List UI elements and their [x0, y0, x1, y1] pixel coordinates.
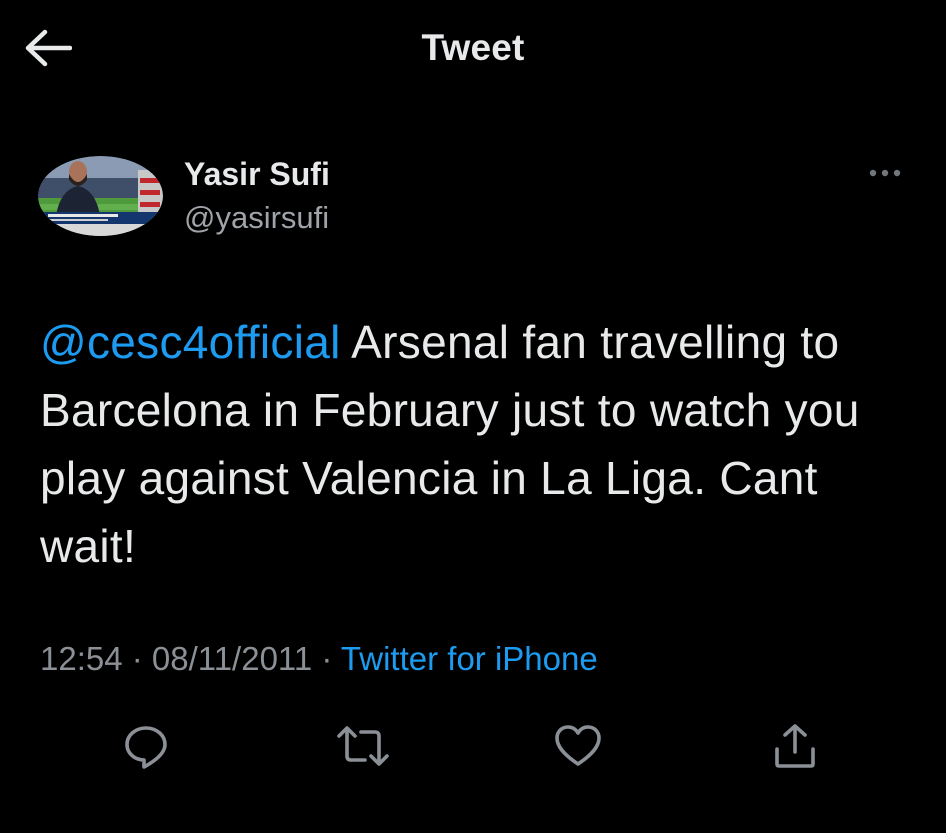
avatar[interactable]	[38, 156, 163, 236]
top-bar: Tweet	[0, 0, 946, 100]
mention-link[interactable]: @cesc4official	[40, 316, 341, 368]
share-button[interactable]	[763, 716, 827, 780]
author-display-name[interactable]: Yasir Sufi	[184, 156, 330, 193]
tweet-text: @cesc4official Arsenal fan travelling to…	[40, 308, 920, 580]
more-options-button[interactable]	[862, 162, 908, 186]
reply-icon	[122, 722, 170, 775]
tweet-time: 12:54	[40, 640, 123, 677]
tweet-meta: 12:54 · 08/11/2011 · Twitter for iPhone	[40, 640, 598, 678]
retweet-button[interactable]	[331, 716, 395, 780]
share-icon	[771, 722, 819, 775]
tweet-author: Yasir Sufi @yasirsufi	[38, 156, 908, 246]
meta-separator: ·	[122, 640, 152, 677]
tweet-source-link[interactable]: Twitter for iPhone	[341, 640, 598, 677]
reply-button[interactable]	[114, 716, 178, 780]
retweet-icon	[334, 722, 392, 775]
page-title: Tweet	[421, 27, 525, 68]
meta-separator: ·	[312, 640, 341, 677]
more-options-icon	[868, 165, 902, 183]
action-bar	[0, 716, 946, 780]
heart-icon	[553, 723, 603, 774]
tweet-date: 08/11/2011	[151, 640, 313, 677]
author-handle: @yasirsufi	[184, 200, 330, 235]
like-button[interactable]	[546, 716, 610, 780]
